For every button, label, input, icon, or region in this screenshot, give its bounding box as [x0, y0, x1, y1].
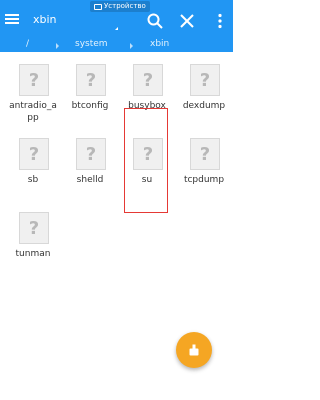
file-name: btconfig — [71, 101, 109, 111]
device-icon — [94, 3, 102, 10]
breadcrumb-separator-icon — [130, 43, 133, 49]
breadcrumb-separator-icon — [56, 43, 59, 49]
status-bar: Устройство — [0, 0, 233, 13]
unknown-file-icon: ? — [76, 138, 106, 170]
clean-brush-icon — [189, 344, 199, 356]
unknown-file-icon: ? — [19, 212, 49, 244]
file-item[interactable]: ? antradio_a pp — [4, 58, 62, 128]
unknown-file-icon: ? — [76, 64, 106, 96]
file-item[interactable]: ? tcpdump — [175, 132, 233, 202]
selection-highlight — [124, 108, 168, 213]
file-item[interactable]: ? tunman — [4, 206, 62, 276]
file-name: tunman — [15, 249, 51, 259]
unknown-file-icon: ? — [19, 138, 49, 170]
breadcrumb-root[interactable]: / — [26, 39, 29, 49]
file-item[interactable]: ? sb — [4, 132, 62, 202]
search-icon[interactable] — [146, 12, 164, 30]
page-title: xbin — [33, 13, 57, 26]
file-item[interactable]: ? shelld — [61, 132, 119, 202]
breadcrumb-system[interactable]: system — [75, 39, 108, 49]
unknown-file-icon: ? — [133, 64, 163, 96]
title-dropdown-icon[interactable] — [115, 27, 118, 30]
file-item[interactable]: ? dexdump — [175, 58, 233, 128]
menu-icon[interactable] — [5, 14, 19, 26]
device-chip: Устройство — [90, 1, 150, 12]
breadcrumb-xbin[interactable]: xbin — [150, 39, 169, 49]
file-name: dexdump — [182, 101, 226, 111]
close-icon[interactable] — [178, 12, 196, 30]
more-vert-icon[interactable] — [211, 12, 229, 30]
file-name: sb — [27, 175, 39, 185]
app-bar: Устройство xbin — [0, 0, 233, 34]
file-item[interactable]: ? btconfig — [61, 58, 119, 128]
device-label: Устройство — [104, 2, 146, 10]
fab-button[interactable] — [176, 332, 212, 368]
unknown-file-icon: ? — [190, 64, 220, 96]
file-name: tcpdump — [183, 175, 225, 185]
unknown-file-icon: ? — [19, 64, 49, 96]
file-name: shelld — [76, 175, 104, 185]
file-name: antradio_a pp — [9, 101, 57, 123]
unknown-file-icon: ? — [190, 138, 220, 170]
breadcrumb: / system xbin — [0, 34, 233, 52]
